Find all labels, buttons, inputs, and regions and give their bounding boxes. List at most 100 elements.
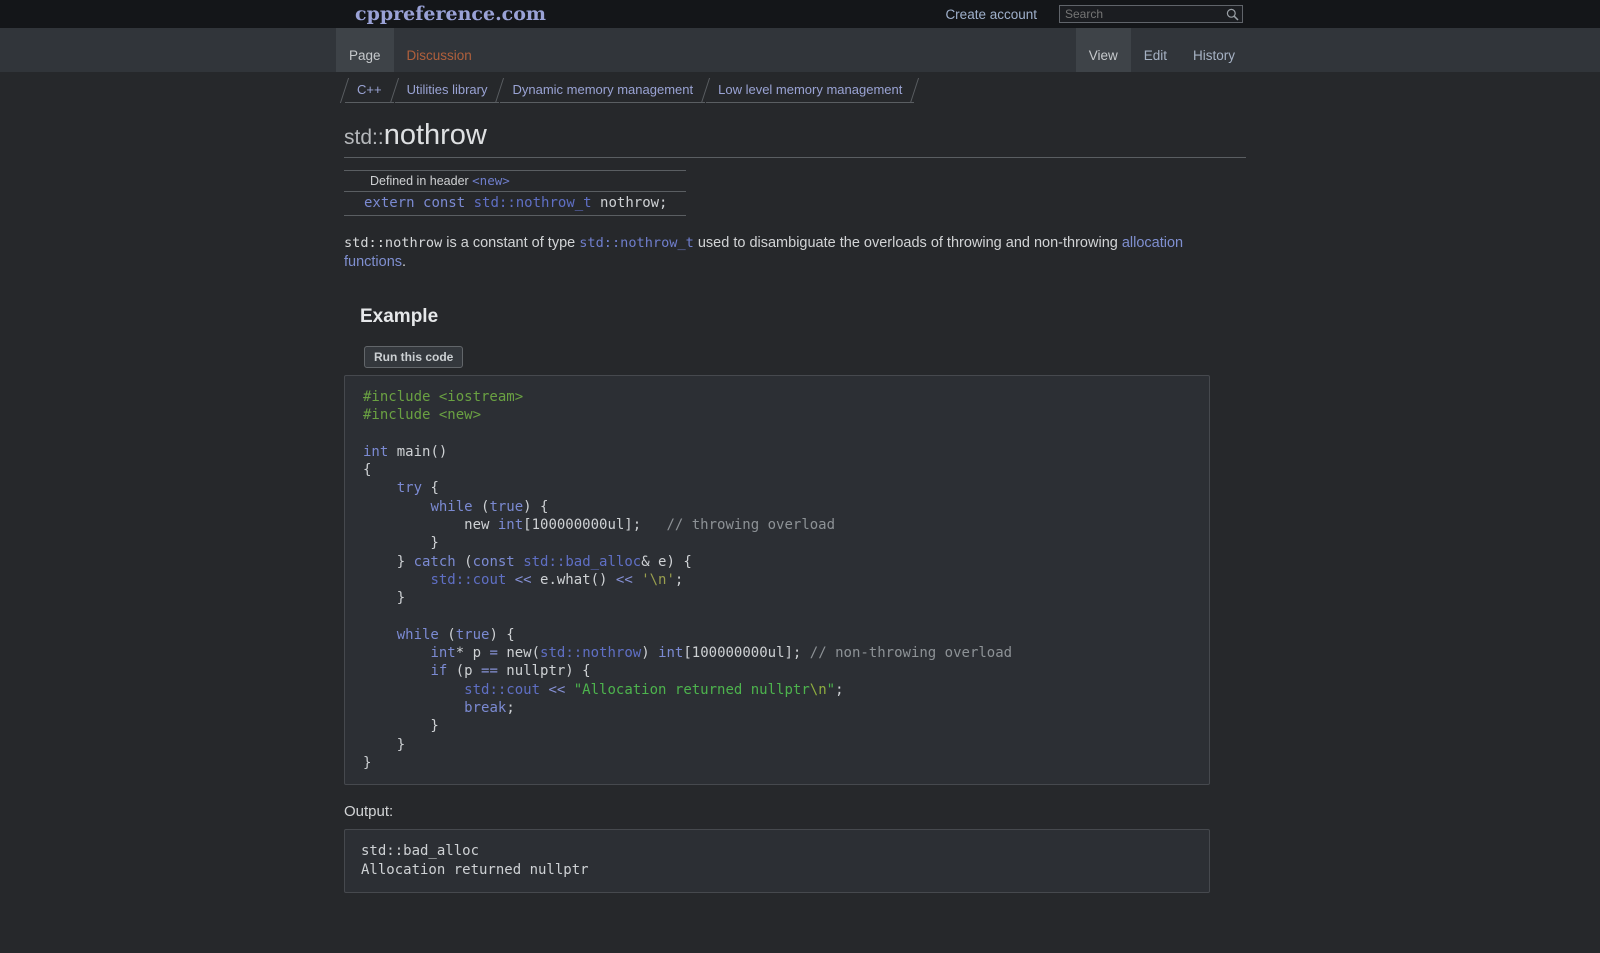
text-token: "Allocation returned nullptr [574, 682, 810, 698]
text-token: extern [364, 195, 415, 211]
tabs-right: ViewEditHistory [1076, 28, 1248, 72]
text-token: & e) { [641, 554, 692, 570]
search-icon[interactable] [1226, 8, 1239, 21]
text-token [633, 572, 641, 588]
defined-in-header-label: Defined in header [370, 174, 472, 188]
breadcrumb: C++Utilities libraryDynamic memory manag… [344, 78, 915, 103]
text-token: ; [835, 682, 843, 698]
page-title-name: nothrow [384, 119, 487, 151]
text-token [415, 195, 423, 211]
code-line: } [363, 736, 1191, 754]
top-header: cppreference.com Create account [0, 0, 1600, 28]
inline-link[interactable]: std::nothrow_t [579, 235, 694, 251]
code-line: int* p = new(std::nothrow) int[100000000… [363, 644, 1191, 662]
text-token: is a constant of type [442, 235, 579, 251]
code-line: { [363, 461, 1191, 479]
inline-link[interactable]: std::bad_alloc [523, 554, 641, 570]
text-token: int [363, 444, 388, 460]
tab-history[interactable]: History [1180, 28, 1248, 72]
site-logo-title[interactable]: cppreference.com [355, 3, 546, 25]
text-token: catch [414, 554, 456, 570]
text-token [363, 700, 464, 716]
breadcrumb-item[interactable]: Dynamic memory management [500, 78, 705, 103]
text-token: << [548, 682, 565, 698]
page-title: std::nothrow [344, 117, 1246, 150]
definition-table: Defined in header <new> extern const std… [344, 170, 686, 216]
text-token: #include <iostream> [363, 389, 523, 405]
output-line: Allocation returned nullptr [361, 861, 1193, 880]
text-token: while [397, 627, 439, 643]
code-block: #include <iostream> #include <new> int ma… [344, 375, 1210, 785]
text-token: * p [456, 645, 490, 661]
text-token [363, 645, 430, 661]
tab-discussion[interactable]: Discussion [394, 28, 485, 72]
text-token: [100000000ul]; [523, 517, 666, 533]
text-token: #include <new> [363, 407, 481, 423]
run-this-code-button[interactable]: Run this code [364, 346, 463, 368]
breadcrumb-item[interactable]: C++ [345, 78, 394, 103]
text-token: = [489, 645, 497, 661]
text-token: const [423, 195, 465, 211]
code-line [363, 425, 1191, 443]
code-line: new int[100000000ul]; // throwing overlo… [363, 516, 1191, 534]
text-token: if [430, 663, 447, 679]
inline-link[interactable]: std::nothrow_t [474, 195, 592, 211]
text-token: } [363, 718, 439, 734]
code-line: std::cout << "Allocation returned nullpt… [363, 681, 1191, 699]
text-token: ) { [523, 499, 548, 515]
text-token: ; [675, 572, 683, 588]
tabs-left: PageDiscussion [336, 28, 485, 72]
code-line: } [363, 534, 1191, 552]
text-token: new [363, 517, 498, 533]
text-token: == [481, 663, 498, 679]
declaration-row: extern const std::nothrow_t nothrow; [344, 192, 686, 216]
text-token: while [430, 499, 472, 515]
defined-in-header-row: Defined in header <new> [344, 171, 686, 192]
text-token: int [498, 517, 523, 533]
code-line: #include <new> [363, 406, 1191, 424]
create-account-link[interactable]: Create account [945, 7, 1037, 22]
text-token: break [464, 700, 506, 716]
text-token: nothrow; [592, 195, 668, 211]
text-token: // non-throwing overload [810, 645, 1012, 661]
text-token: } [363, 535, 439, 551]
code-line: } catch (const std::bad_alloc& e) { [363, 553, 1191, 571]
breadcrumb-item[interactable]: Low level memory management [706, 78, 914, 103]
header-new-link[interactable]: <new> [472, 173, 510, 188]
search-input[interactable] [1059, 5, 1243, 23]
code-line [363, 608, 1191, 626]
tab-view[interactable]: View [1076, 28, 1131, 72]
inline-link[interactable]: std::cout [464, 682, 540, 698]
description-paragraph: std::nothrow is a constant of type std::… [344, 234, 1189, 272]
tab-edit[interactable]: Edit [1131, 28, 1180, 72]
text-token: nullptr) { [498, 663, 591, 679]
text-token: main() [388, 444, 447, 460]
tab-page[interactable]: Page [336, 28, 394, 72]
text-token: '\n' [641, 572, 675, 588]
text-token: } [363, 755, 371, 771]
code-line: } [363, 589, 1191, 607]
text-token: } [363, 554, 414, 570]
output-line: std::bad_alloc [361, 842, 1193, 861]
text-token: int [430, 645, 455, 661]
text-token: { [363, 462, 371, 478]
text-token: ; [506, 700, 514, 716]
code-line: if (p == nullptr) { [363, 662, 1191, 680]
output-block: std::bad_allocAllocation returned nullpt… [344, 829, 1210, 893]
text-token: ( [473, 499, 490, 515]
text-token: { [422, 480, 439, 496]
code-line: } [363, 717, 1191, 735]
example-heading: Example [360, 306, 1246, 328]
main-content: C++Utilities libraryDynamic memory manag… [0, 72, 1600, 953]
breadcrumb-item[interactable]: Utilities library [395, 78, 500, 103]
text-token: << [515, 572, 532, 588]
text-token [363, 572, 430, 588]
text-token [465, 195, 473, 211]
page-title-namespace: std:: [344, 126, 384, 149]
text-token: used to disambiguate the overloads of th… [694, 235, 1122, 251]
text-token [363, 663, 430, 679]
text-token: } [363, 737, 405, 753]
inline-link[interactable]: std::nothrow [540, 645, 641, 661]
inline-link[interactable]: std::cout [430, 572, 506, 588]
text-token: std::nothrow [344, 235, 442, 251]
